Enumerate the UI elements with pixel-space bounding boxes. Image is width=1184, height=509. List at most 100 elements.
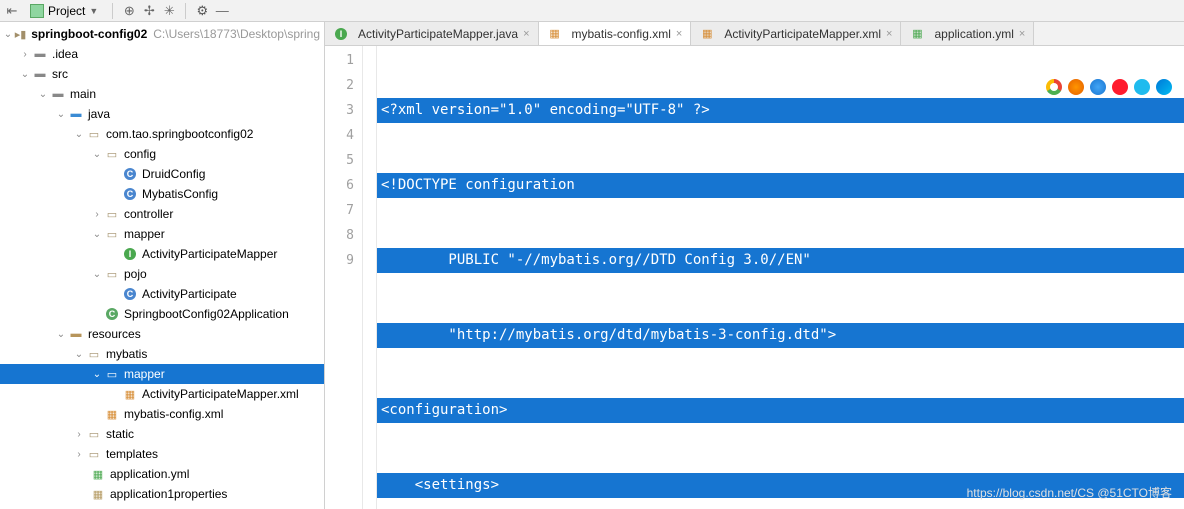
yml-file-icon: ▦ — [90, 467, 106, 481]
collapse-icon[interactable]: ⇤ — [4, 3, 20, 19]
node-label: ActivityParticipateMapper — [142, 247, 277, 261]
safari-icon[interactable] — [1090, 79, 1106, 95]
chevron-icon[interactable]: ⌄ — [90, 269, 104, 280]
tab-mybatis-config[interactable]: ▦ mybatis-config.xml × — [539, 22, 692, 46]
expand-all-icon[interactable]: ✢ — [141, 3, 157, 19]
tree-node-druid[interactable]: C DruidConfig — [0, 164, 324, 184]
chevron-icon[interactable]: ⌄ — [72, 349, 86, 360]
chrome-icon[interactable] — [1046, 79, 1062, 95]
chevron-icon[interactable]: › — [72, 449, 86, 460]
node-label: src — [52, 67, 68, 81]
select-opened-icon[interactable]: ⊕ — [121, 3, 137, 19]
tree-node-mybatis[interactable]: ⌄ ▭ mybatis — [0, 344, 324, 364]
tab-apm-xml[interactable]: ▦ ActivityParticipateMapper.xml × — [691, 22, 901, 45]
tab-application-yml[interactable]: ▦ application.yml × — [901, 22, 1034, 45]
class-icon: C — [122, 167, 138, 181]
main-area: ⌄ ▸▮ springboot-config02 C:\Users\18773\… — [0, 22, 1184, 509]
tree-node-templates[interactable]: › ▭ templates — [0, 444, 324, 464]
yml-file-icon: ▦ — [909, 27, 925, 41]
tree-node-idea[interactable]: › ▬ .idea — [0, 44, 324, 64]
tree-node-java[interactable]: ⌄ ▬ java — [0, 104, 324, 124]
project-dropdown[interactable]: Project ▼ — [24, 2, 104, 20]
package-icon: ▭ — [104, 147, 120, 161]
edge-icon[interactable] — [1156, 79, 1172, 95]
tree-node-apm[interactable]: I ActivityParticipateMapper — [0, 244, 324, 264]
code-area[interactable]: <?xml version="1.0" encoding="UTF-8" ?> … — [377, 46, 1184, 509]
line-gutter: 1 2 3 4 5 6 7 8 9 — [325, 46, 363, 509]
tree-node-app1prop[interactable]: ▦ application1properties — [0, 484, 324, 504]
chevron-icon[interactable]: ⌄ — [72, 129, 86, 140]
class-icon: C — [104, 307, 120, 321]
chevron-icon[interactable]: › — [18, 49, 32, 60]
chevron-icon[interactable]: ⌄ — [90, 149, 104, 160]
tree-node-appyml[interactable]: ▦ application.yml — [0, 464, 324, 484]
tree-node-basepkg[interactable]: ⌄ ▭ com.tao.springbootconfig02 — [0, 124, 324, 144]
tree-node-mapper[interactable]: ⌄ ▭ mapper — [0, 224, 324, 244]
chevron-icon[interactable]: ⌄ — [90, 369, 104, 380]
line-number: 4 — [325, 123, 354, 148]
tree-node-resources[interactable]: ⌄ ▬ resources — [0, 324, 324, 344]
node-label: config — [124, 147, 156, 161]
project-label: Project — [48, 4, 85, 18]
node-label: pojo — [124, 267, 147, 281]
tree-node-controller[interactable]: › ▭ controller — [0, 204, 324, 224]
tree-node-static[interactable]: › ▭ static — [0, 424, 324, 444]
firefox-icon[interactable] — [1068, 79, 1084, 95]
close-icon[interactable]: × — [676, 28, 682, 40]
node-label: ActivityParticipate — [142, 287, 237, 301]
line-number: 8 — [325, 223, 354, 248]
line-number: 6 — [325, 173, 354, 198]
tab-label: ActivityParticipateMapper.xml — [724, 27, 881, 41]
close-icon[interactable]: × — [886, 28, 892, 40]
gear-icon[interactable]: ⚙ — [194, 3, 210, 19]
chevron-icon[interactable]: ⌄ — [2, 29, 14, 40]
tree-node-mybatisxml[interactable]: ▦ mybatis-config.xml — [0, 404, 324, 424]
node-label: mapper — [124, 367, 165, 381]
tree-node-apmxml[interactable]: ▦ ActivityParticipateMapper.xml — [0, 384, 324, 404]
node-label: mybatis — [106, 347, 147, 361]
code-line: <configuration> — [377, 398, 1184, 423]
chevron-icon[interactable]: › — [72, 429, 86, 440]
node-label: application1properties — [110, 487, 227, 501]
opera-icon[interactable] — [1112, 79, 1128, 95]
folder-icon: ▭ — [86, 427, 102, 441]
chevron-icon[interactable]: ⌄ — [90, 229, 104, 240]
line-number: 9 — [325, 248, 354, 273]
tree-node-mybatiscfg[interactable]: C MybatisConfig — [0, 184, 324, 204]
chevron-icon[interactable]: ⌄ — [54, 109, 68, 120]
tree-node-config[interactable]: ⌄ ▭ config — [0, 144, 324, 164]
code-line: PUBLIC "-//mybatis.org//DTD Config 3.0//… — [377, 248, 1184, 273]
ie-icon[interactable] — [1134, 79, 1150, 95]
chevron-icon[interactable]: ⌄ — [36, 89, 50, 100]
chevron-icon[interactable]: ⌄ — [54, 329, 68, 340]
tree-node-src[interactable]: ⌄ ▬ src — [0, 64, 324, 84]
line-number: 5 — [325, 148, 354, 173]
tree-node-pojo[interactable]: ⌄ ▭ pojo — [0, 264, 324, 284]
collapse-all-icon[interactable]: ✳ — [161, 3, 177, 19]
close-icon[interactable]: × — [1019, 28, 1025, 40]
fold-column[interactable] — [363, 46, 377, 509]
tree-node-mapper-folder[interactable]: ⌄ ▭ mapper — [0, 364, 324, 384]
folder-icon: ▬ — [50, 87, 66, 101]
tree-node-main[interactable]: ⌄ ▬ main — [0, 84, 324, 104]
folder-icon: ▬ — [32, 67, 48, 81]
tab-apm-java[interactable]: I ActivityParticipateMapper.java × — [325, 22, 539, 45]
node-label: .idea — [52, 47, 78, 61]
editor-area[interactable]: 1 2 3 4 5 6 7 8 9 <?xml version="1.0" en… — [325, 46, 1184, 509]
chevron-icon[interactable]: ⌄ — [18, 69, 32, 80]
browser-preview-icons — [1046, 79, 1172, 95]
hide-icon[interactable]: — — [214, 3, 230, 19]
line-number: 3 — [325, 98, 354, 123]
editor-tabs: I ActivityParticipateMapper.java × ▦ myb… — [325, 22, 1184, 46]
chevron-icon[interactable]: › — [90, 209, 104, 220]
tree-node-app[interactable]: C SpringbootConfig02Application — [0, 304, 324, 324]
tree-node-ap[interactable]: C ActivityParticipate — [0, 284, 324, 304]
tree-root[interactable]: ⌄ ▸▮ springboot-config02 C:\Users\18773\… — [0, 24, 324, 44]
close-icon[interactable]: × — [523, 28, 529, 40]
interface-icon: I — [122, 247, 138, 261]
module-icon: ▸▮ — [14, 27, 27, 41]
divider — [185, 3, 186, 19]
package-icon: ▭ — [104, 207, 120, 221]
root-path: C:\Users\18773\Desktop\spring — [153, 27, 320, 41]
package-icon: ▭ — [104, 267, 120, 281]
